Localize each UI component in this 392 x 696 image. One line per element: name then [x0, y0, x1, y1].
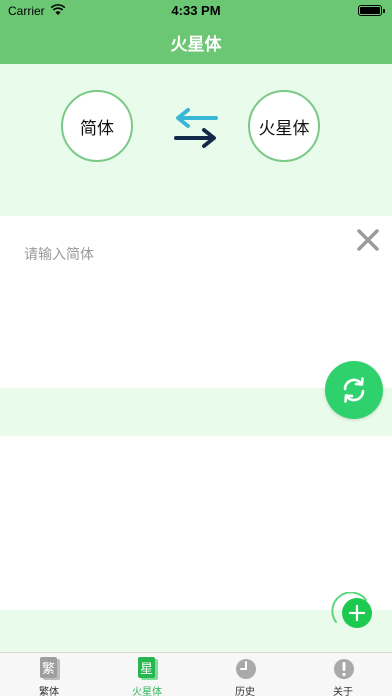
- tab-martian[interactable]: 星 火星体: [98, 653, 196, 696]
- target-language-label: 火星体: [258, 118, 310, 139]
- battery-icon: [358, 5, 385, 16]
- result-output: [0, 436, 392, 610]
- source-language-label: 简体: [80, 118, 114, 139]
- tab-label-traditional: 繁体: [39, 687, 59, 696]
- add-button[interactable]: [330, 592, 376, 638]
- target-language-button[interactable]: 火星体: [248, 90, 320, 162]
- traditional-icon-glyph: 繁: [42, 661, 55, 677]
- tab-label-about: 关于: [333, 687, 353, 696]
- status-time: 4:33 PM: [171, 3, 221, 18]
- martian-icon-glyph: 星: [140, 662, 153, 677]
- app-header: Carrier 4:33 PM 火星体: [0, 0, 392, 64]
- swap-arrows-icon[interactable]: [170, 106, 222, 150]
- tab-label-history: 历史: [235, 687, 255, 696]
- page-title: 火星体: [170, 35, 222, 55]
- input-panel: [0, 216, 392, 388]
- clear-input-button[interactable]: [354, 226, 382, 254]
- source-text-input[interactable]: [24, 244, 344, 364]
- tab-traditional[interactable]: 繁 繁体: [0, 653, 98, 696]
- status-bar: Carrier 4:33 PM: [0, 0, 392, 22]
- language-switch-area: 简体 火星体: [0, 64, 392, 216]
- clock-icon: [236, 659, 256, 679]
- traditional-char-icon: 繁: [40, 657, 60, 680]
- convert-button[interactable]: [325, 361, 383, 419]
- tab-about[interactable]: 关于: [294, 653, 392, 696]
- tab-label-martian: 火星体: [132, 687, 162, 696]
- tab-history[interactable]: 历史: [196, 653, 294, 696]
- info-icon: [334, 659, 354, 679]
- refresh-icon: [343, 377, 365, 403]
- tab-bar: 繁 繁体 星 火星体 历史 关于: [0, 652, 392, 696]
- source-language-button[interactable]: 简体: [61, 90, 133, 162]
- martian-char-icon: 星: [138, 657, 158, 680]
